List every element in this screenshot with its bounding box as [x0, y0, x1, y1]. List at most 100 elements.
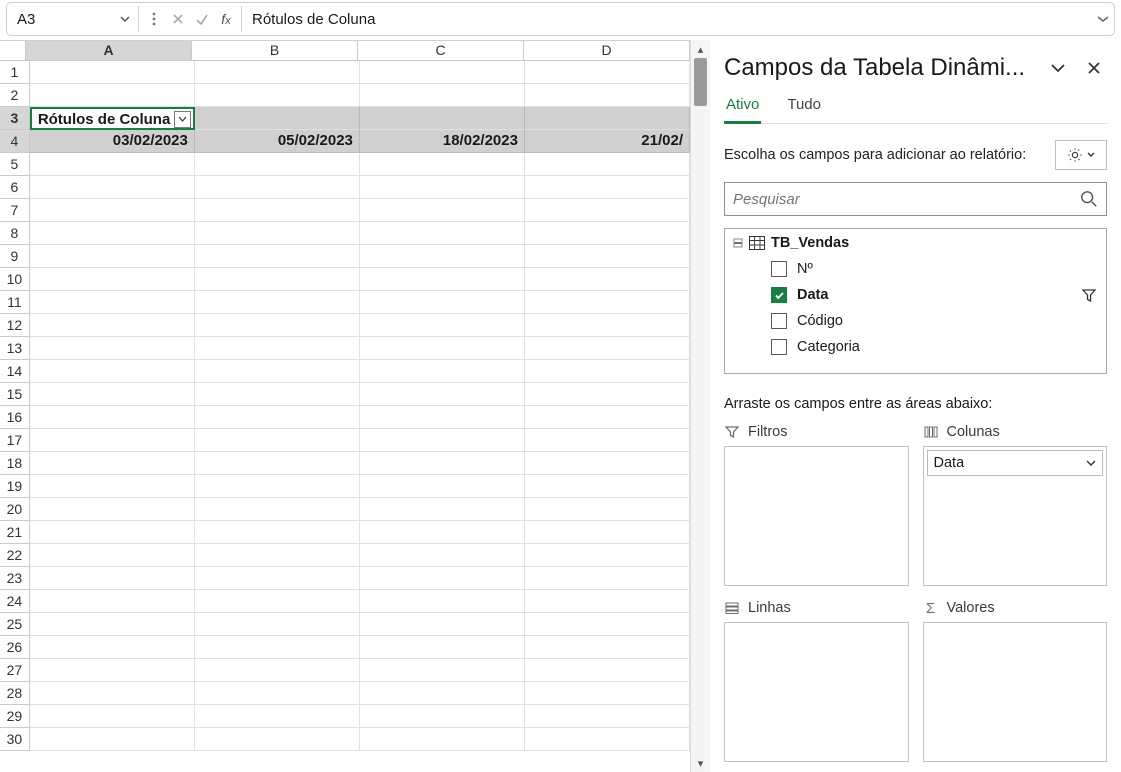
cell[interactable] — [30, 406, 195, 429]
cell[interactable] — [525, 383, 690, 406]
cell[interactable] — [525, 406, 690, 429]
checkbox-icon[interactable] — [771, 287, 787, 303]
cell[interactable] — [525, 475, 690, 498]
grid-body[interactable]: 123Rótulos de Coluna403/02/202305/02/202… — [0, 61, 690, 772]
columns-dropzone[interactable]: Data — [923, 446, 1108, 586]
cell[interactable] — [525, 452, 690, 475]
row-header[interactable]: 4 — [0, 130, 30, 153]
cell[interactable] — [195, 452, 360, 475]
row-header[interactable]: 3 — [0, 107, 30, 130]
cell[interactable] — [30, 268, 195, 291]
cell[interactable] — [525, 291, 690, 314]
field-item[interactable]: Código — [725, 308, 1106, 334]
column-header[interactable]: A — [26, 41, 192, 61]
cell[interactable] — [195, 705, 360, 728]
cell[interactable] — [30, 429, 195, 452]
search-input[interactable] — [733, 191, 1080, 208]
cell[interactable] — [195, 383, 360, 406]
cell[interactable] — [195, 682, 360, 705]
cell[interactable] — [525, 705, 690, 728]
cell[interactable] — [195, 406, 360, 429]
row-header[interactable]: 15 — [0, 383, 30, 406]
cell[interactable] — [525, 498, 690, 521]
cell[interactable] — [30, 613, 195, 636]
close-icon[interactable] — [1081, 55, 1107, 81]
field-item[interactable]: Data — [725, 282, 1106, 308]
cell[interactable] — [195, 429, 360, 452]
row-header[interactable]: 30 — [0, 728, 30, 751]
cell[interactable] — [360, 521, 525, 544]
checkbox-icon[interactable] — [771, 313, 787, 329]
cell[interactable] — [360, 613, 525, 636]
cancel-icon[interactable] — [167, 8, 189, 30]
cell[interactable] — [360, 682, 525, 705]
cell[interactable] — [360, 590, 525, 613]
cell[interactable] — [30, 199, 195, 222]
cell[interactable] — [30, 475, 195, 498]
chevron-down-icon[interactable] — [1045, 55, 1071, 81]
filters-dropzone[interactable] — [724, 446, 909, 586]
table-node[interactable]: TB_Vendas — [725, 230, 1106, 256]
cell[interactable] — [525, 682, 690, 705]
row-header[interactable]: 10 — [0, 268, 30, 291]
row-header[interactable]: 8 — [0, 222, 30, 245]
cell[interactable] — [195, 84, 360, 107]
cell[interactable] — [30, 590, 195, 613]
dots-icon[interactable] — [143, 8, 165, 30]
cell[interactable] — [30, 222, 195, 245]
cell[interactable] — [30, 61, 195, 84]
cell[interactable] — [525, 590, 690, 613]
row-header[interactable]: 17 — [0, 429, 30, 452]
cell[interactable] — [360, 544, 525, 567]
cell[interactable] — [30, 636, 195, 659]
tab-all[interactable]: Tudo — [785, 96, 823, 123]
scroll-down-icon[interactable]: ▾ — [691, 754, 710, 772]
cell[interactable] — [525, 222, 690, 245]
cell[interactable] — [195, 337, 360, 360]
cell[interactable] — [195, 613, 360, 636]
collapse-icon[interactable] — [733, 238, 743, 248]
row-header[interactable]: 5 — [0, 153, 30, 176]
row-header[interactable]: 9 — [0, 245, 30, 268]
cell[interactable] — [30, 452, 195, 475]
cell[interactable] — [525, 337, 690, 360]
cell[interactable] — [195, 314, 360, 337]
cell[interactable] — [30, 314, 195, 337]
cell[interactable] — [360, 107, 525, 130]
cell[interactable] — [360, 498, 525, 521]
filter-icon[interactable] — [1082, 289, 1096, 302]
cell[interactable] — [360, 429, 525, 452]
row-header[interactable]: 14 — [0, 360, 30, 383]
row-header[interactable]: 27 — [0, 659, 30, 682]
cell[interactable] — [360, 199, 525, 222]
checkbox-icon[interactable] — [771, 261, 787, 277]
cell[interactable] — [360, 291, 525, 314]
cell[interactable]: 05/02/2023 — [195, 130, 360, 153]
row-header[interactable]: 22 — [0, 544, 30, 567]
cell[interactable] — [360, 452, 525, 475]
cell[interactable] — [360, 153, 525, 176]
cell[interactable] — [525, 245, 690, 268]
cell[interactable] — [195, 544, 360, 567]
cell[interactable]: 21/02/ — [525, 130, 690, 153]
cell[interactable] — [360, 705, 525, 728]
cell[interactable] — [525, 636, 690, 659]
column-header[interactable]: C — [358, 41, 524, 61]
cell[interactable] — [525, 360, 690, 383]
row-header[interactable]: 11 — [0, 291, 30, 314]
cell[interactable] — [525, 728, 690, 751]
cell[interactable] — [30, 245, 195, 268]
cell[interactable]: Rótulos de Coluna — [30, 107, 195, 130]
column-header[interactable]: D — [524, 41, 690, 61]
cell[interactable] — [195, 176, 360, 199]
row-header[interactable]: 26 — [0, 636, 30, 659]
vertical-scrollbar[interactable]: ▴ ▾ — [690, 40, 710, 772]
cell[interactable] — [30, 337, 195, 360]
row-header[interactable]: 25 — [0, 613, 30, 636]
cell[interactable] — [360, 61, 525, 84]
cell[interactable] — [525, 567, 690, 590]
row-header[interactable]: 16 — [0, 406, 30, 429]
cell[interactable] — [195, 521, 360, 544]
cell[interactable] — [525, 659, 690, 682]
cell[interactable] — [360, 659, 525, 682]
